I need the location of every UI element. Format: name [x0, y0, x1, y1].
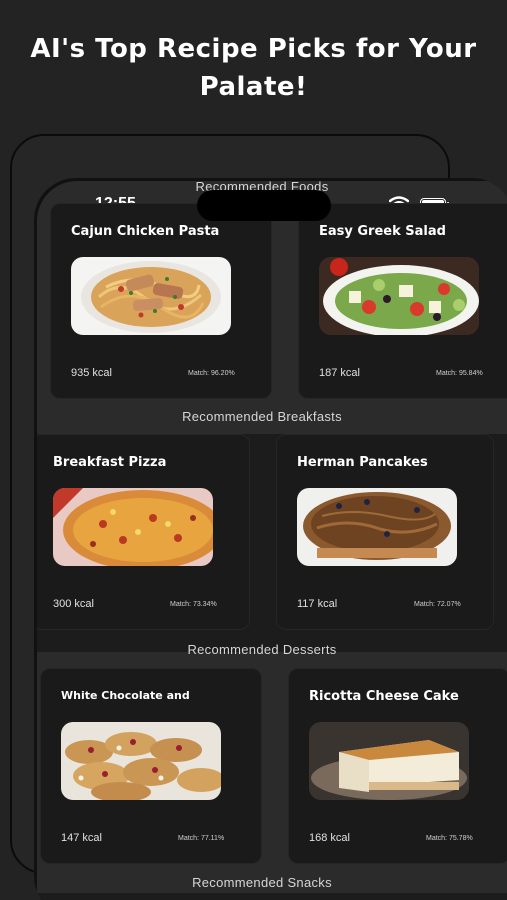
headline-line-2: Palate!	[199, 72, 308, 102]
card-match: Match: 95.84%	[436, 370, 483, 377]
pizza-photo	[53, 488, 213, 566]
phone-frame: Recommended Foods 12:55 Cajun Chicken Pa…	[34, 178, 507, 900]
card-match: Match: 75.78%	[426, 835, 473, 842]
card-match: Match: 73.34%	[170, 601, 217, 608]
card-match: Match: 77.11%	[178, 835, 225, 842]
card-title: Cajun Chicken Pasta	[71, 224, 220, 239]
recipe-card-breakfast-pizza[interactable]: Breakfast Pizza 300 kcal Match: 73.34%	[37, 434, 250, 630]
card-kcal: 117 kcal	[297, 598, 338, 610]
cookies-photo	[61, 722, 221, 800]
card-title: Easy Greek Salad	[319, 224, 446, 239]
recipe-card-herman-pancakes[interactable]: Herman Pancakes 117 kcal Match: 72.07%	[276, 434, 494, 630]
headline-line-1: AI's Top Recipe Picks for Your	[30, 34, 477, 64]
section-label-desserts: Recommended Desserts	[187, 642, 337, 657]
pancake-photo	[297, 488, 457, 566]
salad-photo	[319, 257, 479, 335]
card-title: Herman Pancakes	[297, 455, 428, 470]
card-title: Breakfast Pizza	[53, 455, 167, 470]
card-match: Match: 72.07%	[414, 601, 461, 608]
recipe-card-easy-greek-salad[interactable]: Easy Greek Salad 187 kcal Match: 95.84%	[298, 203, 507, 399]
card-match: Match: 96.20%	[188, 370, 235, 377]
app-screen: Recommended Foods 12:55 Cajun Chicken Pa…	[37, 181, 507, 900]
section-label-breakfasts: Recommended Breakfasts	[182, 409, 342, 424]
pasta-photo	[71, 257, 231, 335]
section-label-snacks: Recommended Snacks	[192, 875, 332, 890]
card-kcal: 168 kcal	[309, 832, 350, 844]
card-kcal: 300 kcal	[53, 598, 94, 610]
snacks-row	[37, 893, 507, 900]
card-kcal: 187 kcal	[319, 367, 360, 379]
dynamic-island	[197, 190, 331, 221]
recipe-card-cajun-chicken-pasta[interactable]: Cajun Chicken Pasta 935 kcal Match: 96.2…	[50, 203, 272, 399]
recipe-card-ricotta-cheese-cake[interactable]: Ricotta Cheese Cake 168 kcal Match: 75.7…	[288, 668, 507, 864]
card-title: Ricotta Cheese Cake	[309, 689, 459, 704]
recipe-card-white-chocolate[interactable]: White Chocolate and 147 kcal Match: 77.1…	[40, 668, 262, 864]
card-title: White Chocolate and	[61, 689, 190, 702]
page-headline: AI's Top Recipe Picks for Your Palate!	[0, 30, 507, 106]
card-kcal: 147 kcal	[61, 832, 102, 844]
cheesecake-photo	[309, 722, 469, 800]
card-kcal: 935 kcal	[71, 367, 112, 379]
